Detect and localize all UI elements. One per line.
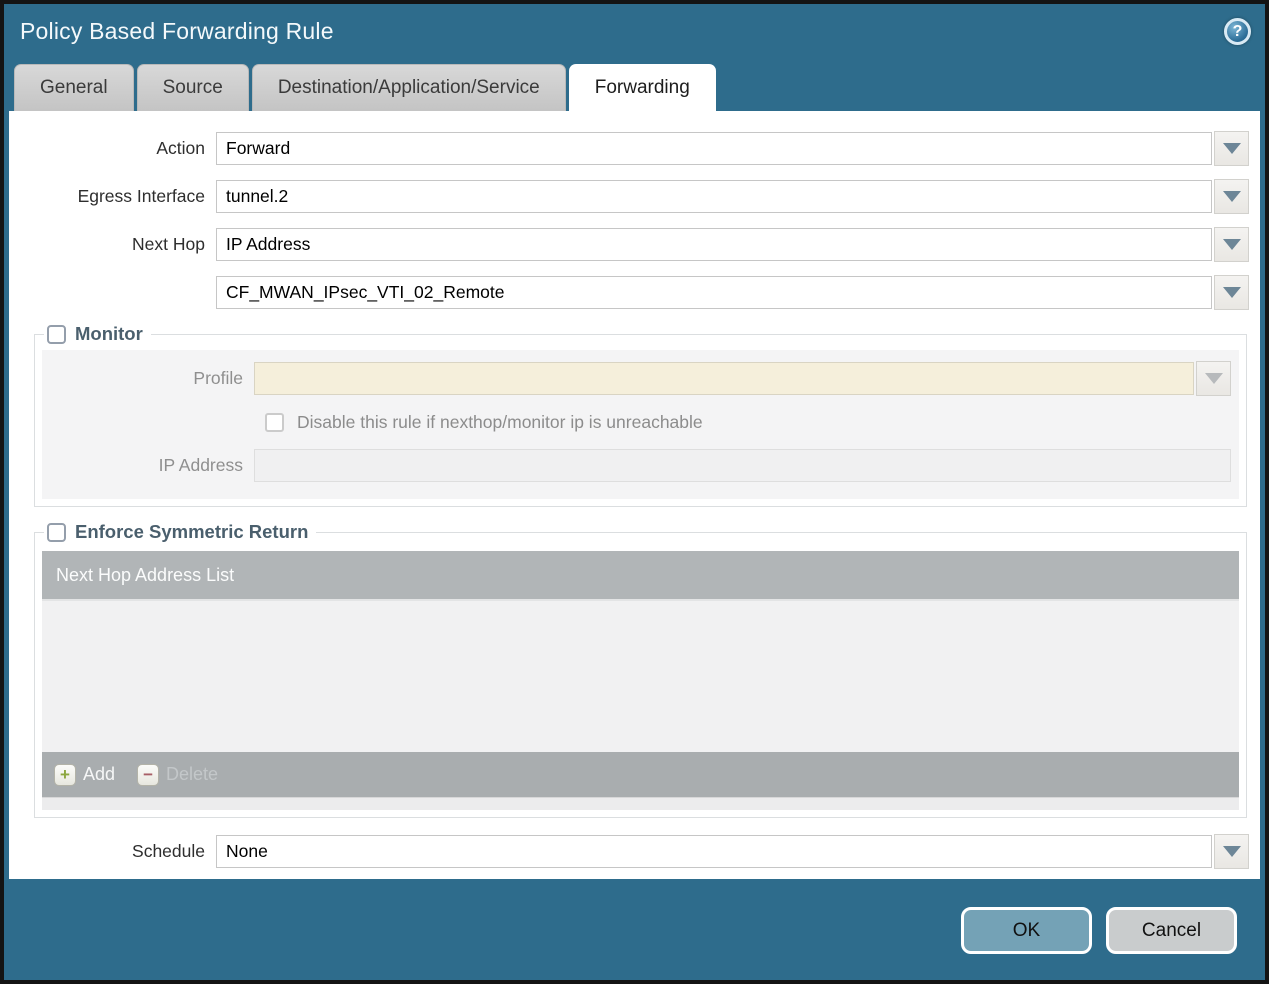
- chevron-down-icon: [1204, 373, 1223, 384]
- monitor-profile-row: Profile: [42, 361, 1231, 396]
- chevron-down-icon: [1222, 287, 1241, 298]
- monitor-ip-address-label: IP Address: [158, 455, 243, 475]
- monitor-profile-dropdown-button: [1196, 361, 1231, 396]
- dialog-button-bar: OK Cancel: [4, 879, 1265, 954]
- tab-bar: General Source Destination/Application/S…: [4, 64, 1265, 111]
- add-button-label: Add: [83, 764, 116, 784]
- next-hop-type-input[interactable]: [216, 228, 1212, 261]
- ok-button[interactable]: OK: [961, 907, 1092, 954]
- action-dropdown-button[interactable]: [1214, 131, 1249, 166]
- action-label: Action: [156, 138, 205, 158]
- egress-interface-input[interactable]: [216, 180, 1212, 213]
- next-hop-address-dropdown-button[interactable]: [1214, 275, 1249, 310]
- tab-source[interactable]: Source: [136, 64, 249, 111]
- monitor-profile-input: [254, 362, 1194, 395]
- next-hop-address-list-toolbar: + Add − Delete: [42, 752, 1239, 797]
- chevron-down-icon: [1222, 239, 1241, 250]
- chevron-down-icon: [1222, 143, 1241, 154]
- table-pager-strip: [42, 797, 1239, 810]
- schedule-input[interactable]: [216, 835, 1212, 868]
- forwarding-tab-panel: Action Egress Interface Next Hop Monitor: [9, 111, 1260, 879]
- action-input[interactable]: [216, 132, 1212, 165]
- disable-rule-checkbox: [265, 413, 284, 432]
- enforce-symmetric-return-section: Enforce Symmetric Return Next Hop Addres…: [34, 521, 1247, 818]
- egress-interface-row: Egress Interface: [9, 179, 1249, 214]
- monitor-ip-address-row: IP Address: [42, 449, 1231, 482]
- plus-icon: +: [54, 763, 76, 786]
- delete-button[interactable]: − Delete: [137, 763, 219, 786]
- next-hop-row: Next Hop: [9, 227, 1249, 262]
- disable-rule-label: Disable this rule if nexthop/monitor ip …: [297, 412, 703, 432]
- dialog-title: Policy Based Forwarding Rule: [20, 18, 334, 44]
- tab-destination-application-service[interactable]: Destination/Application/Service: [251, 64, 566, 111]
- minus-icon: −: [137, 763, 160, 786]
- monitor-section: Monitor Profile Disable this rule if nex…: [34, 323, 1247, 507]
- monitor-checkbox[interactable]: [47, 324, 66, 344]
- dialog-titlebar: Policy Based Forwarding Rule ?: [4, 4, 1265, 64]
- action-row: Action: [9, 131, 1249, 166]
- help-icon[interactable]: ?: [1224, 18, 1251, 45]
- chevron-down-icon: [1222, 191, 1241, 202]
- next-hop-label: Next Hop: [132, 234, 205, 254]
- egress-interface-dropdown-button[interactable]: [1214, 179, 1249, 214]
- egress-interface-label: Egress Interface: [77, 186, 205, 206]
- next-hop-address-input[interactable]: [216, 276, 1212, 309]
- next-hop-address-list-header: Next Hop Address List: [42, 551, 1239, 599]
- add-button[interactable]: + Add: [54, 763, 116, 786]
- schedule-row: Schedule: [9, 834, 1249, 869]
- tab-forwarding[interactable]: Forwarding: [568, 64, 716, 111]
- delete-button-label: Delete: [166, 764, 219, 784]
- monitor-disable-rule-row: Disable this rule if nexthop/monitor ip …: [265, 412, 1239, 433]
- monitor-section-body: Profile Disable this rule if nexthop/mon…: [42, 350, 1239, 499]
- monitor-section-title: Monitor: [75, 323, 143, 344]
- enforce-symmetric-return-title: Enforce Symmetric Return: [75, 521, 309, 542]
- next-hop-address-row: [9, 275, 1249, 310]
- tab-general[interactable]: General: [14, 64, 134, 111]
- next-hop-address-list-body[interactable]: [42, 599, 1239, 752]
- chevron-down-icon: [1222, 846, 1241, 857]
- enforce-symmetric-return-checkbox[interactable]: [47, 522, 66, 542]
- monitor-profile-label: Profile: [193, 368, 243, 388]
- next-hop-dropdown-button[interactable]: [1214, 227, 1249, 262]
- next-hop-address-list-table: Next Hop Address List + Add − Delete: [42, 551, 1239, 810]
- schedule-label: Schedule: [132, 841, 205, 861]
- monitor-ip-address-input: [254, 449, 1231, 482]
- schedule-dropdown-button[interactable]: [1214, 834, 1249, 869]
- cancel-button[interactable]: Cancel: [1106, 907, 1237, 954]
